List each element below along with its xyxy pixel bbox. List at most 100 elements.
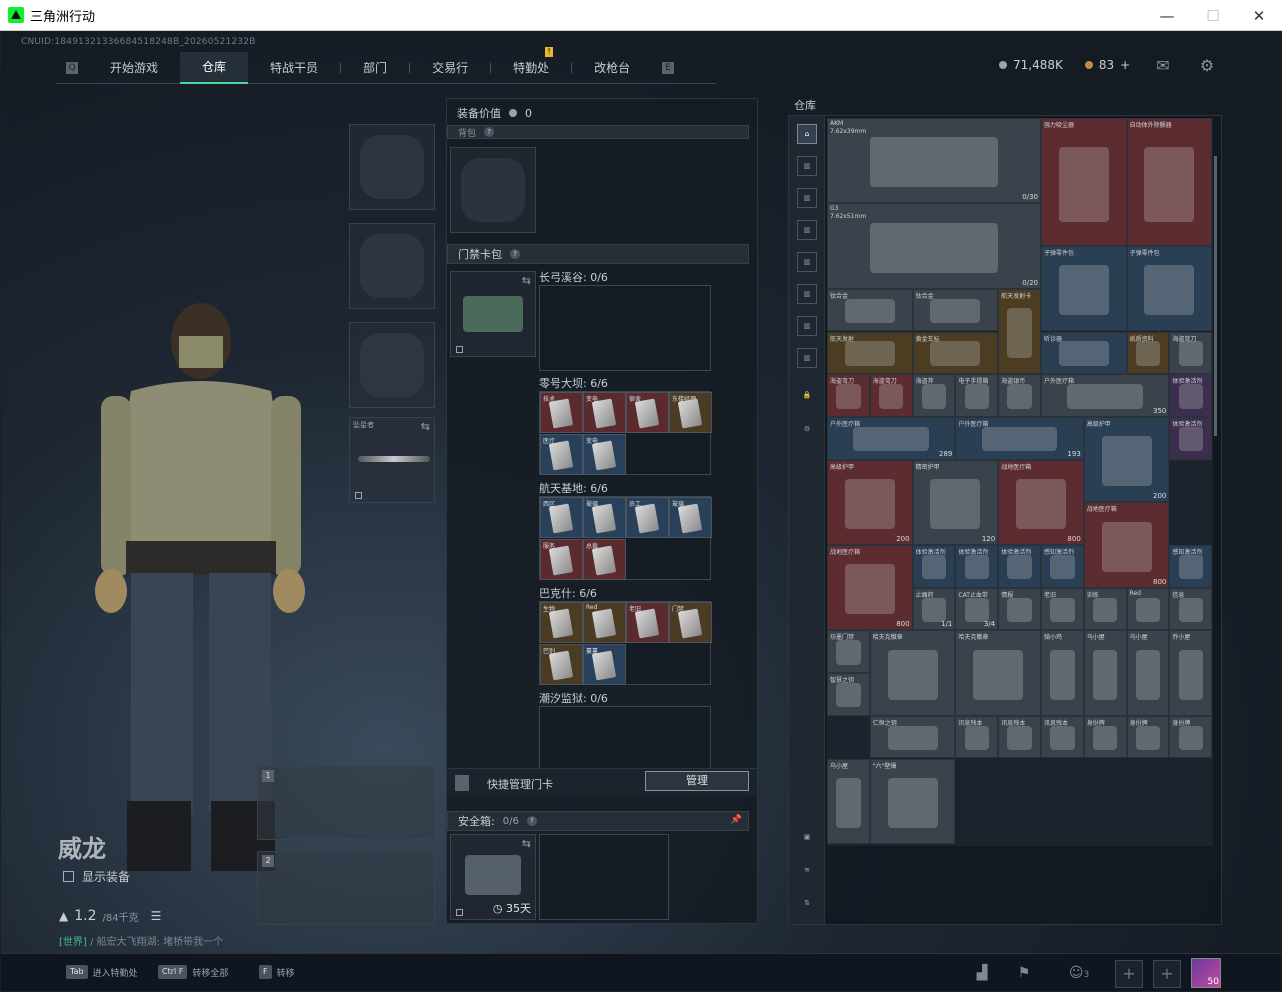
warehouse-item[interactable]: 强力吸尘器 — [1041, 118, 1127, 247]
settings-gear-icon[interactable]: ⚙ — [1198, 57, 1216, 75]
primary-weapon-slot[interactable]: 1 — [257, 766, 435, 840]
keycard-item[interactable]: 生物 — [540, 602, 583, 643]
show-equipment-toggle[interactable]: 显示装备 — [63, 868, 130, 885]
help-icon[interactable]: ? — [510, 249, 520, 259]
keycard-item[interactable]: 变电 — [583, 434, 626, 475]
warehouse-item[interactable]: 止痛药 1/1 — [912, 587, 956, 631]
warehouse-item[interactable]: 哈夫克徽章 — [869, 630, 956, 716]
keycard-grid-prison[interactable] — [539, 706, 711, 770]
keycard-grid-space-base[interactable]: 西区 玻璃 员工 玻璃 服务 总裁 — [539, 496, 712, 580]
warehouse-item[interactable]: 战地医疗箱 800 — [998, 459, 1084, 545]
warehouse-item[interactable]: 子弹零件包 — [1041, 246, 1127, 332]
helmet-slot[interactable] — [349, 124, 435, 210]
manage-button[interactable]: 管理 — [645, 771, 749, 791]
secondary-weapon-slot[interactable]: 2 — [257, 851, 435, 925]
help-icon[interactable]: ? — [526, 816, 537, 826]
lock-icon[interactable]: 🔒 — [797, 386, 817, 406]
warehouse-item-grid[interactable]: AKM 7.62x39mm 0/30 强力吸尘器 自动体外除颤器 G3 7.62x51mm 0… — [827, 118, 1213, 846]
display-icon[interactable]: ▣ — [797, 828, 817, 848]
warehouse-item[interactable]: 子弹零件包 — [1126, 246, 1213, 332]
keycard-item[interactable]: 老旧 — [626, 602, 669, 643]
add-friend-slot-button[interactable]: + — [1115, 960, 1143, 988]
nav-prev-key-icon[interactable]: Q — [66, 61, 78, 74]
warehouse-item[interactable]: 钛合金 — [912, 288, 999, 332]
warehouse-item[interactable]: 海盗斧 — [912, 374, 956, 417]
layers-icon[interactable]: ≋ — [797, 861, 817, 881]
warehouse-item[interactable]: 听诊器 — [1041, 331, 1127, 375]
tab-trade[interactable]: 交易行 — [410, 52, 490, 84]
keycard-item[interactable]: Red — [583, 602, 626, 643]
keycard-item[interactable]: 巴别 — [540, 644, 583, 685]
tab-department[interactable]: 部门 — [341, 52, 409, 84]
keycard-item[interactable]: 蔓蔓 — [583, 644, 626, 685]
warehouse-tab-6-icon[interactable]: ▥ — [797, 316, 817, 336]
warehouse-item[interactable]: 高级护甲 200 — [827, 459, 913, 545]
show-equipment-checkbox[interactable] — [63, 871, 74, 882]
warehouse-tab-4-icon[interactable]: ▥ — [797, 252, 817, 272]
swap-icon[interactable]: ⇆ — [522, 837, 531, 850]
swap-icon[interactable]: ⇆ — [421, 420, 430, 433]
warehouse-item[interactable]: 体验激活剂 — [912, 545, 956, 588]
tab-gunsmith[interactable]: 改枪台 — [572, 52, 652, 84]
melee-slot[interactable]: 坠星者 ⇆ — [349, 417, 435, 503]
friends-icon[interactable]: ☺3 — [1063, 962, 1095, 984]
add-friend-slot-button[interactable]: + — [1153, 960, 1181, 988]
backpack-slot[interactable] — [450, 147, 536, 233]
keycard-item[interactable]: 员工 — [626, 497, 669, 538]
stats-chart-icon[interactable]: ▟ — [971, 962, 993, 984]
warehouse-item[interactable]: 电子手提箱 — [955, 374, 999, 417]
keycard-item[interactable]: 总裁 — [583, 539, 626, 580]
warehouse-item[interactable]: 航天发射 — [827, 331, 913, 375]
warehouse-item[interactable]: 讯息残本 — [955, 715, 999, 759]
keycard-item[interactable]: 变电 — [583, 392, 626, 433]
warehouse-item[interactable]: 体验激活剂 — [1169, 374, 1213, 417]
warehouse-item[interactable]: 身份牌 — [1126, 715, 1170, 759]
warehouse-item[interactable]: 体验激活剂 — [998, 545, 1041, 588]
settings-gear-icon[interactable]: ⚙ — [797, 420, 817, 440]
tab-warehouse[interactable]: 仓库 — [180, 51, 249, 84]
keycard-item[interactable]: 门禁 — [669, 602, 712, 643]
warehouse-all-icon[interactable]: ⌂ — [797, 124, 817, 144]
keycard-item[interactable]: 医疗 — [540, 434, 583, 475]
warehouse-item[interactable]: CAT止血带 3/4 — [955, 587, 999, 631]
avatar[interactable]: 50 — [1191, 958, 1221, 988]
warehouse-item[interactable]: G3 7.62x51mm 0/20 — [827, 203, 1041, 289]
keycard-item[interactable]: 技术 — [540, 392, 583, 433]
keycard-grid-valley[interactable] — [539, 285, 711, 371]
warehouse-item[interactable]: 仁恒之钥 — [869, 715, 956, 759]
warehouse-item[interactable]: 海盗弯刀 — [827, 374, 870, 417]
warehouse-tab-5-icon[interactable]: ▥ — [797, 284, 817, 304]
warehouse-item[interactable]: 感知激活剂 — [1041, 545, 1084, 588]
tab-start-game[interactable]: 开始游戏 — [88, 52, 180, 84]
flag-icon[interactable]: ⚑ — [1013, 962, 1035, 984]
warehouse-item[interactable]: 智慧之钥 — [827, 673, 870, 716]
help-icon[interactable]: ? — [484, 127, 495, 137]
keycard-grid-bakhsh[interactable]: 生物 Red 老旧 门禁 巴别 蔓蔓 — [539, 601, 712, 685]
warehouse-scrollbar[interactable] — [1214, 156, 1217, 436]
warehouse-tab-1-icon[interactable]: ▥ — [797, 156, 817, 176]
keycard-item[interactable]: 宿舍 — [626, 392, 669, 433]
keycard-item[interactable]: 玻璃 — [669, 497, 712, 538]
keycard-case-slot[interactable]: ⇆ — [450, 271, 536, 357]
minimize-button[interactable]: — — [1144, 0, 1190, 31]
keycard-item[interactable]: 西区 — [540, 497, 583, 538]
warehouse-item[interactable]: 纸质资料 — [1126, 331, 1170, 375]
warehouse-item[interactable]: 海盗弯刀 — [869, 374, 913, 417]
warehouse-item[interactable]: 航天发射卡 — [998, 288, 1041, 375]
warehouse-item[interactable]: 黄金车标 — [912, 331, 999, 375]
armor-slot[interactable] — [349, 223, 435, 309]
warehouse-item[interactable]: AKM 7.62x39mm 0/30 — [827, 118, 1041, 204]
warehouse-item[interactable]: 哈夫克徽章 — [955, 630, 1041, 716]
maximize-button[interactable]: ☐ — [1190, 0, 1236, 31]
warehouse-item[interactable]: 讯息残本 — [1041, 715, 1084, 759]
warehouse-item[interactable]: 高级护甲 200 — [1083, 416, 1170, 503]
warehouse-item[interactable]: 钛合金 — [827, 288, 913, 332]
swap-icon[interactable]: ⇆ — [522, 274, 531, 287]
warehouse-item[interactable]: 身份牌 — [1169, 715, 1213, 759]
keycard-item[interactable]: 玻璃 — [583, 497, 626, 538]
warehouse-tab-3-icon[interactable]: ▥ — [797, 220, 817, 240]
pistol-slot[interactable] — [349, 322, 435, 408]
tab-special-service[interactable]: 特勤处! — [491, 46, 571, 84]
hotkey-transfer-all[interactable]: Ctrl F 转移全部 — [158, 965, 228, 979]
close-button[interactable]: ✕ — [1236, 0, 1282, 31]
